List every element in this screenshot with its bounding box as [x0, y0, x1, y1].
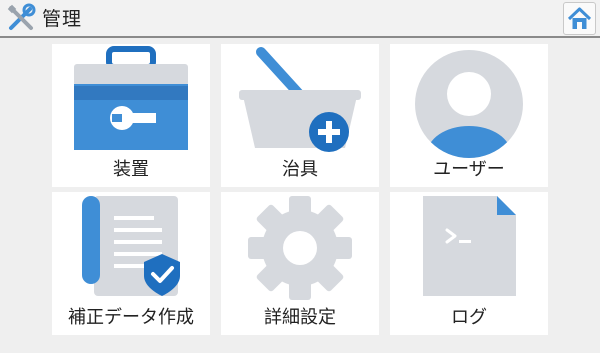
tile-jig[interactable]: 治具 — [221, 44, 379, 187]
tile-user-label: ユーザー — [433, 159, 505, 180]
page-title: 管理 — [42, 8, 83, 30]
toolbox-icon — [74, 46, 188, 150]
basket-add-icon — [239, 47, 361, 152]
home-icon — [567, 7, 592, 29]
header-bar: 管理 — [0, 0, 600, 38]
tile-equipment[interactable]: 装置 — [52, 44, 210, 187]
tile-advanced-settings-label: 詳細設定 — [264, 307, 336, 328]
tile-advanced-settings[interactable]: 詳細設定 — [221, 192, 379, 335]
tile-user[interactable]: ユーザー — [390, 44, 548, 187]
tile-calibration-data-label: 補正データ作成 — [68, 307, 194, 328]
tile-log[interactable]: ログ — [390, 192, 548, 335]
tools-icon — [7, 3, 36, 30]
document-check-icon — [82, 196, 180, 296]
tile-log-label: ログ — [451, 307, 487, 328]
gear-icon — [248, 196, 352, 300]
tile-jig-label: 治具 — [282, 159, 318, 180]
terminal-file-icon — [423, 196, 516, 296]
tile-equipment-label: 装置 — [113, 159, 149, 180]
home-button[interactable] — [563, 2, 596, 35]
tile-calibration-data[interactable]: 補正データ作成 — [52, 192, 210, 335]
user-icon — [415, 50, 523, 158]
